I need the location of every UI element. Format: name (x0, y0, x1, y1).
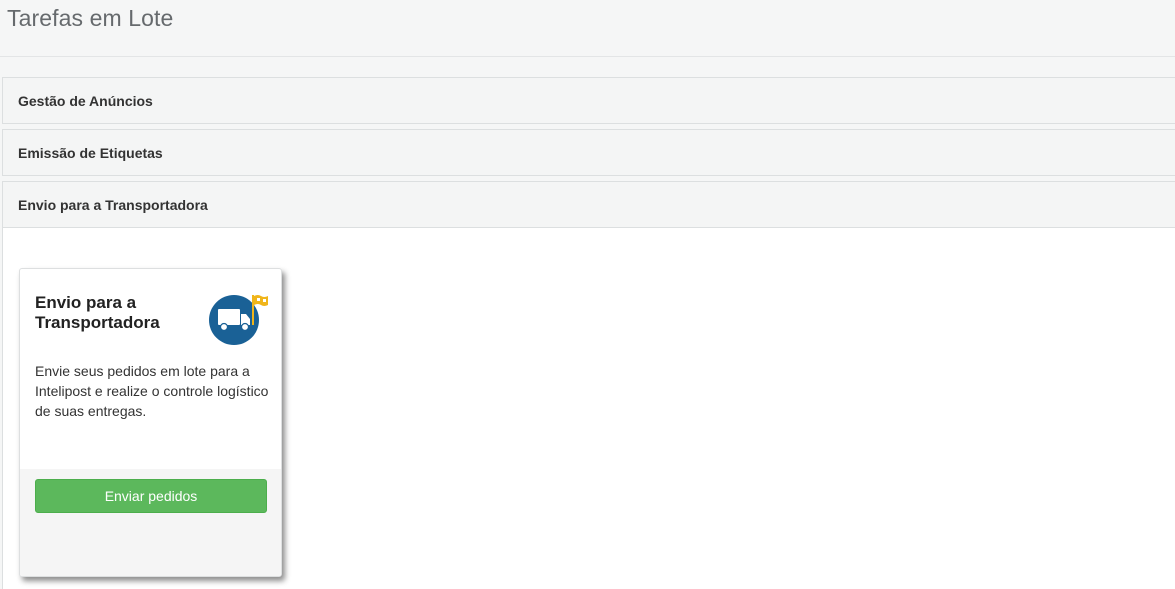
accordion-panel-gestao-anuncios: Gestão de Anúncios (2, 77, 1175, 124)
enviar-pedidos-button[interactable]: Enviar pedidos (35, 479, 267, 513)
accordion-heading-envio-transportadora[interactable]: Envio para a Transportadora (3, 182, 1175, 228)
card-title: Envio para a Transportadora (35, 293, 160, 332)
accordion-heading-gestao-anuncios[interactable]: Gestão de Anúncios (3, 78, 1175, 124)
page-header: Tarefas em Lote (0, 0, 1175, 57)
accordion-heading-emissao-etiquetas[interactable]: Emissão de Etiquetas (3, 130, 1175, 176)
accordion-panel-emissao-etiquetas: Emissão de Etiquetas (2, 129, 1175, 176)
task-card-envio-transportadora: Envio para a Transportadora Envie seus p… (19, 268, 282, 577)
delivery-truck-flag-icon (208, 293, 270, 345)
card-description: Envie seus pedidos em lote para a Inteli… (35, 363, 269, 419)
card-footer: Enviar pedidos (20, 469, 281, 576)
page-title: Tarefas em Lote (7, 5, 174, 31)
accordion-panel-envio-transportadora: Envio para a Transportadora Envio para a… (2, 181, 1175, 589)
